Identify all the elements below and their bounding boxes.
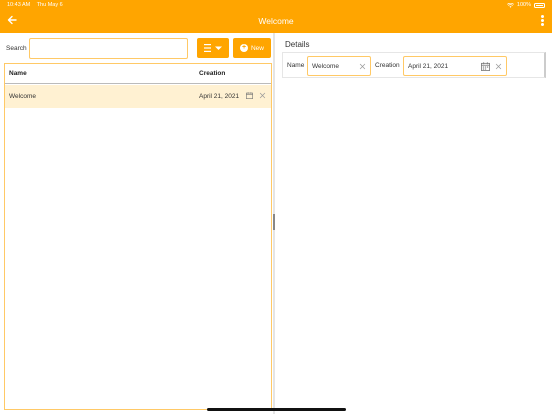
- top-bar: 10:43 AM Thu May 6 100% Welcome: [0, 0, 552, 33]
- app-window: 10:43 AM Thu May 6 100% Welcome Search +…: [0, 0, 552, 414]
- clear-icon[interactable]: [259, 92, 266, 99]
- row-creation: April 21, 2021: [199, 93, 240, 100]
- list-menu-button[interactable]: [197, 38, 229, 58]
- chevron-down-icon: [215, 46, 222, 50]
- name-value: Welcome: [312, 63, 339, 70]
- clear-creation-icon[interactable]: [495, 63, 502, 70]
- creation-value: April 21, 2021: [408, 63, 449, 70]
- search-label: Search: [6, 45, 27, 52]
- name-label: Name: [287, 62, 305, 69]
- status-date: Thu May 6: [36, 2, 63, 8]
- creation-label: Creation: [375, 62, 400, 69]
- more-options-icon[interactable]: [540, 15, 544, 26]
- resize-handle[interactable]: [273, 214, 275, 230]
- plus-icon: +: [239, 44, 248, 52]
- search-input[interactable]: [29, 38, 188, 59]
- table-header: Name Creation: [5, 64, 271, 84]
- column-header-name[interactable]: Name: [9, 70, 27, 77]
- details-title: Details: [285, 40, 310, 49]
- new-button-label: New: [250, 44, 264, 52]
- page-title: Welcome: [258, 16, 294, 26]
- battery-percent: 100%: [516, 2, 531, 8]
- items-table: Name Creation Welcome April 21, 2021: [4, 63, 272, 410]
- calendar-icon[interactable]: [481, 62, 490, 71]
- column-header-creation[interactable]: Creation: [199, 70, 225, 77]
- list-icon: [204, 44, 222, 52]
- name-field[interactable]: Welcome: [307, 56, 371, 76]
- row-name: Welcome: [9, 93, 36, 100]
- battery-icon: [534, 2, 545, 8]
- details-form: Name Welcome Creation April 21, 2021: [282, 52, 546, 78]
- table-row[interactable]: Welcome April 21, 2021: [5, 85, 271, 108]
- creation-field[interactable]: April 21, 2021: [403, 56, 507, 76]
- home-indicator[interactable]: [207, 408, 346, 411]
- clear-name-icon[interactable]: [359, 63, 366, 70]
- new-button[interactable]: + New: [233, 38, 271, 58]
- wifi-icon: [506, 2, 514, 8]
- calendar-icon[interactable]: [246, 92, 253, 99]
- status-time: 10:43 AM: [7, 2, 31, 8]
- status-bar: 10:43 AM Thu May 6 100%: [7, 2, 545, 10]
